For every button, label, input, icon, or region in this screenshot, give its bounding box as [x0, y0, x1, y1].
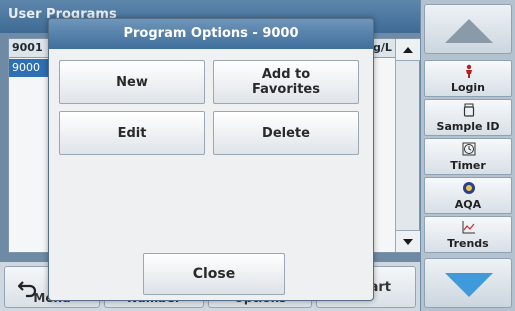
sidebar-item-label: Login: [450, 81, 486, 94]
sidebar-item-label: AQA: [454, 198, 482, 211]
edit-button[interactable]: Edit: [59, 111, 205, 155]
new-button[interactable]: New: [59, 60, 205, 104]
person-icon: [466, 64, 472, 78]
add-to-favorites-button[interactable]: Add to Favorites: [213, 60, 359, 104]
arrow-down-icon: [445, 273, 493, 297]
sample-bottle-icon: [463, 103, 475, 117]
modal-overlay: Program Options - 9000 New Add to Favori…: [0, 0, 421, 311]
aqa-icon: [463, 182, 475, 194]
sidebar-item-label: Timer: [450, 159, 486, 172]
sidebar-item-aqa[interactable]: AQA: [424, 177, 512, 214]
close-button[interactable]: Close: [143, 253, 285, 295]
sidebar-item-timer[interactable]: Timer: [424, 138, 512, 175]
sidebar-item-trends[interactable]: Trends: [424, 216, 512, 253]
sidebar-item-label: Sample ID: [436, 120, 500, 133]
arrow-up-icon: [445, 19, 493, 43]
sidebar-item-sample-id[interactable]: Sample ID: [424, 99, 512, 136]
sidebar-scroll-up-button[interactable]: [424, 4, 512, 54]
dialog-title-bar: Program Options - 9000: [49, 19, 373, 49]
trends-chart-icon: [462, 221, 475, 234]
delete-button[interactable]: Delete: [213, 111, 359, 155]
sidebar-item-label: Trends: [447, 237, 489, 250]
program-options-dialog: Program Options - 9000 New Add to Favori…: [48, 18, 374, 301]
timer-icon: [462, 142, 476, 156]
sidebar-scroll-down-button[interactable]: [424, 258, 512, 308]
right-sidebar: Login Sample ID Timer AQA Trends: [421, 0, 515, 311]
sidebar-item-login[interactable]: Login: [424, 60, 512, 97]
dialog-title: Program Options - 9000: [123, 26, 299, 41]
